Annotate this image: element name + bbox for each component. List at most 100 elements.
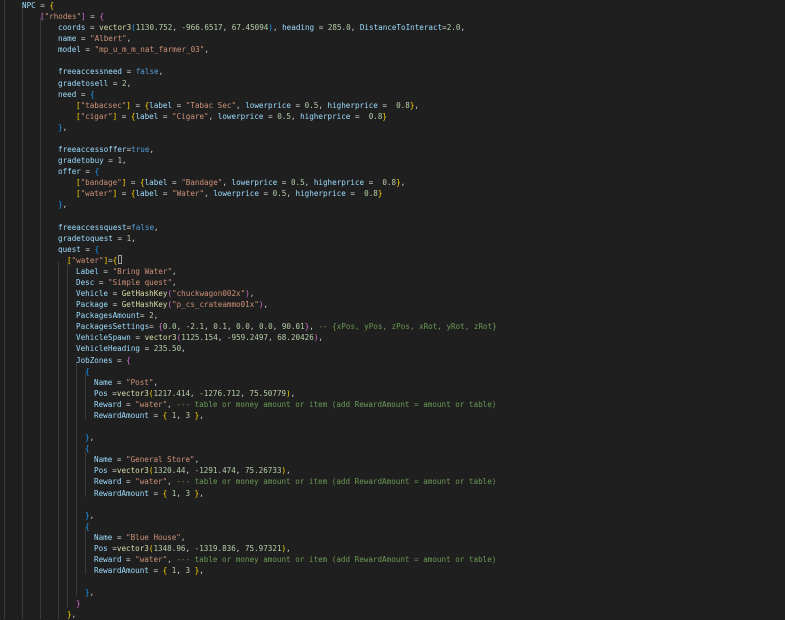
code-line[interactable]: freeaccessneed = false, [0, 66, 785, 77]
code-token-text: = [35, 1, 50, 10]
code-line[interactable]: Name = "Post", [0, 377, 785, 388]
code-line[interactable]: Pos =vector3(1217.414, -1276.712, 75.507… [0, 388, 785, 399]
code-line[interactable]: RewardAmount = { 1, 3 }, [0, 565, 785, 576]
code-line[interactable]: }, [0, 432, 785, 443]
code-token-bracket-blue: { [85, 444, 90, 454]
code-line[interactable]: NPC = { [0, 0, 785, 11]
code-token-text: , [149, 145, 155, 155]
code-token-variable: Vehicle [76, 289, 109, 299]
code-line[interactable] [0, 421, 785, 432]
code-line[interactable]: { [0, 366, 785, 377]
code-token-variable: gradetosell [58, 78, 109, 88]
code-line[interactable]: gradetoquest = 1, [0, 233, 785, 244]
code-line[interactable]: Name = "General Store", [0, 454, 785, 465]
code-token-text: , [126, 34, 132, 44]
code-line[interactable]: Desc = "Simple quest", [0, 277, 785, 288]
code-line[interactable]: RewardAmount = { 1, 3 }, [0, 488, 785, 499]
code-token-text: = [107, 466, 117, 476]
code-token-text: , [249, 289, 255, 299]
code-token-number: 0.0 [258, 322, 273, 332]
code-token-text: = [107, 388, 117, 398]
code-token-text: , [167, 399, 177, 409]
code-token-variable: RewardAmount [94, 566, 149, 576]
code-line[interactable]: Reward = "water", --- table or money amo… [0, 476, 785, 487]
code-line[interactable]: ["cigar"] = {label = "Cigare", lowerpric… [0, 111, 785, 122]
code-line[interactable]: }, [0, 609, 785, 620]
code-token-text: = [121, 555, 136, 564]
code-line[interactable]: model = "mp_u_m_m_nat_farmer_03", [0, 44, 785, 55]
code-line[interactable]: ["water"]={ [0, 254, 785, 266]
code-line[interactable]: Name = "Blue House", [0, 532, 785, 543]
code-token-string: "Cigare" [172, 111, 209, 121]
code-line[interactable]: ["rhodes"] = { [0, 11, 785, 22]
code-token-string: "chuckwagon002x" [172, 289, 246, 299]
code-token-string: "rhodes" [44, 12, 82, 22]
code-line[interactable]: VehicleHeading = 235.50, [0, 343, 785, 354]
code-token-bracket-gold: } [382, 111, 387, 121]
code-line[interactable]: RewardAmount = { 1, 3 }, [0, 410, 785, 421]
code-token-text: = [112, 233, 127, 243]
code-token-variable: lowerprice [217, 111, 264, 121]
code-line[interactable]: ["tabacsec"] = {label = "Tabac Sec", low… [0, 100, 785, 111]
code-token-text: = [314, 23, 328, 33]
code-line[interactable]: }, [0, 510, 785, 521]
code-line[interactable]: quest = { [0, 244, 785, 255]
code-token-number: 0.5 [272, 189, 287, 199]
code-line[interactable]: coords = vector3(1130.752, -966.6517, 67… [0, 22, 785, 33]
code-line[interactable]: Reward = "water", --- table or money amo… [0, 399, 785, 410]
code-line[interactable]: Package = GetHashKey("p_cs_crateammo01x"… [0, 299, 785, 310]
code-line[interactable]: offer = { [0, 166, 785, 177]
code-line[interactable]: need = { [0, 89, 785, 100]
code-line[interactable]: Vehicle = GetHashKey("chuckwagon002x"), [0, 288, 785, 299]
code-token-variable: label [135, 189, 159, 199]
code-token-text: = [80, 45, 95, 55]
code-line[interactable]: PackagesSettings= {0.0, -2.1, 0.1, 0.0, … [0, 321, 785, 332]
code-token-string: "Simple quest" [108, 278, 173, 287]
code-line[interactable]: }, [0, 199, 785, 210]
code-token-text: = [130, 333, 145, 343]
code-token-comment: -- {xPos, yPos, zPos, xRot, yRot, zRot} [318, 322, 497, 332]
code-editor[interactable]: NPC = {["rhodes"] = {coords = vector3(11… [0, 0, 785, 619]
code-line[interactable]: { [0, 443, 785, 454]
code-line[interactable]: name = "Albert", [0, 33, 785, 44]
code-line[interactable]: Label = "Bring Water", [0, 266, 785, 277]
code-token-text: , [240, 388, 250, 398]
code-token-text: , [414, 100, 419, 110]
code-line[interactable] [0, 133, 785, 144]
code-line[interactable] [0, 576, 785, 587]
code-line[interactable] [0, 55, 785, 66]
code-line[interactable]: JobZones = { [0, 355, 785, 366]
code-line[interactable]: gradetosell = 2, [0, 78, 785, 89]
code-token-variable: offer [58, 167, 81, 177]
code-line[interactable]: } [0, 598, 785, 609]
code-line[interactable]: VehicleSpawn = vector3(1125.154, -959.24… [0, 332, 785, 343]
code-token-bracket-pink: { [99, 12, 105, 22]
code-line[interactable]: ["bandage"] = {label = "Bandage", lowerp… [0, 177, 785, 188]
code-token-keyword: true [131, 145, 150, 155]
code-token-number: 0.5 [290, 178, 305, 188]
code-token-variable: Pos [94, 466, 108, 476]
code-line[interactable]: ["water"] = {label = "Water", lowerprice… [0, 188, 785, 199]
code-line[interactable]: PackagesAmount= 2, [0, 310, 785, 321]
code-token-number: 1125.154 [181, 333, 218, 343]
code-token-text: , [204, 322, 214, 332]
code-line[interactable]: }, [0, 122, 785, 133]
code-token-string: "mp_u_m_m_nat_farmer_03" [94, 45, 205, 55]
code-line[interactable]: Pos =vector3(1348.96, -1319.836, 75.9732… [0, 543, 785, 554]
code-token-number: 0.5 [277, 111, 291, 121]
code-line[interactable]: freeaccessoffer=true, [0, 144, 785, 155]
code-token-number: 0.8 [364, 189, 378, 199]
code-token-number: 90.01 [281, 322, 305, 332]
code-line[interactable]: gradetobuy = 1, [0, 155, 785, 166]
code-line[interactable] [0, 499, 785, 510]
code-line[interactable]: }, [0, 587, 785, 598]
code-line[interactable] [0, 211, 785, 222]
code-line[interactable]: { [0, 521, 785, 532]
code-token-text: = [112, 532, 127, 542]
code-token-text: = [112, 377, 127, 387]
code-line[interactable]: freeaccessquest=false, [0, 222, 785, 233]
code-token-number: 75.26733 [244, 466, 282, 476]
code-token-string: "p_cs_crateammo01x" [172, 300, 259, 310]
code-line[interactable]: Pos =vector3(1320.44, -1291.474, 75.2673… [0, 465, 785, 476]
code-line[interactable]: Reward = "water", --- table or money amo… [0, 554, 785, 565]
